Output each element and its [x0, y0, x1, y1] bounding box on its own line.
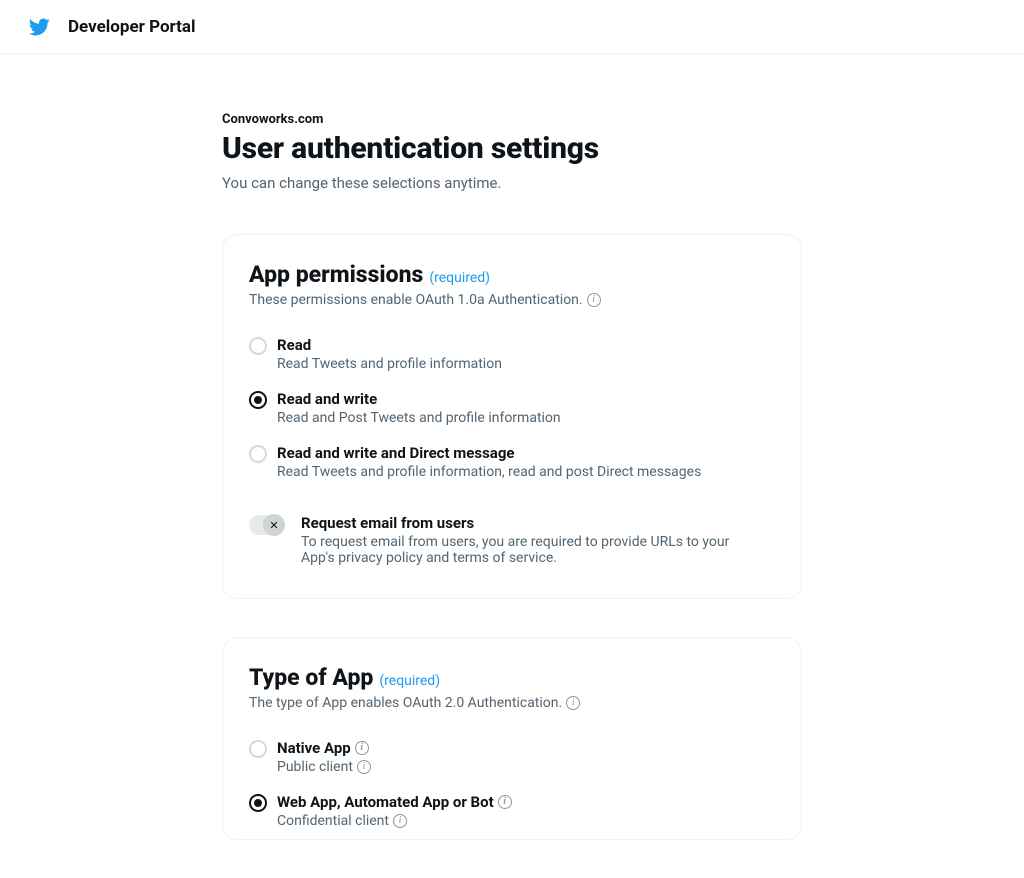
radio-circle-icon — [249, 445, 267, 463]
option-text: Read and write Read and Post Tweets and … — [277, 390, 775, 426]
section-head: Type of App (required) — [249, 664, 775, 691]
toggle-label: Request email from users — [301, 514, 775, 532]
permissions-radio-group: Read Read Tweets and profile information… — [249, 336, 775, 480]
option-description: Public client i — [277, 759, 775, 775]
toggle-switch[interactable]: ✕ — [249, 515, 285, 535]
apptype-radio-group: Native App i Public client i Web App, Au… — [249, 739, 775, 829]
app-permissions-card: App permissions (required) These permiss… — [222, 234, 802, 599]
content: Convoworks.com User authentication setti… — [222, 112, 802, 878]
option-label: Read and write and Direct message — [277, 444, 775, 462]
section-description-text: These permissions enable OAuth 1.0a Auth… — [249, 292, 583, 308]
info-icon[interactable]: i — [498, 795, 512, 809]
info-icon[interactable]: i — [587, 293, 601, 307]
option-text: Read and write and Direct message Read T… — [277, 444, 775, 480]
radio-circle-icon — [249, 337, 267, 355]
option-label-text: Native App — [277, 739, 351, 757]
section-description: The type of App enables OAuth 2.0 Authen… — [249, 695, 775, 711]
info-icon[interactable]: i — [566, 696, 580, 710]
radio-circle-selected-icon — [249, 794, 267, 812]
radio-option-read[interactable]: Read Read Tweets and profile information — [249, 336, 775, 372]
type-of-app-card: Type of App (required) The type of App e… — [222, 637, 802, 840]
toggle-knob: ✕ — [263, 514, 285, 536]
radio-option-read-write[interactable]: Read and write Read and Post Tweets and … — [249, 390, 775, 426]
option-description-text: Confidential client — [277, 813, 389, 829]
page-title: User authentication settings — [222, 131, 802, 166]
option-label: Web App, Automated App or Bot i — [277, 793, 775, 811]
radio-option-read-write-dm[interactable]: Read and write and Direct message Read T… — [249, 444, 775, 480]
required-label: (required) — [429, 270, 490, 286]
option-label-text: Web App, Automated App or Bot — [277, 793, 494, 811]
portal-title[interactable]: Developer Portal — [68, 17, 196, 37]
option-text: Read Read Tweets and profile information — [277, 336, 775, 372]
option-label: Native App i — [277, 739, 775, 757]
section-title: Type of App — [249, 664, 373, 691]
section-description: These permissions enable OAuth 1.0a Auth… — [249, 292, 775, 308]
option-text: Native App i Public client i — [277, 739, 775, 775]
request-email-toggle-row: ✕ Request email from users To request em… — [249, 514, 775, 566]
option-label: Read — [277, 336, 775, 354]
top-bar: Developer Portal — [0, 0, 1024, 54]
option-description: Read Tweets and profile information, rea… — [277, 464, 775, 480]
option-description-text: Public client — [277, 759, 353, 775]
section-title: App permissions — [249, 261, 423, 288]
radio-option-native-app[interactable]: Native App i Public client i — [249, 739, 775, 775]
info-icon[interactable]: i — [355, 741, 369, 755]
required-label: (required) — [379, 673, 440, 689]
option-label: Read and write — [277, 390, 775, 408]
radio-circle-selected-icon — [249, 391, 267, 409]
radio-option-web-app[interactable]: Web App, Automated App or Bot i Confiden… — [249, 793, 775, 829]
page-subtitle: You can change these selections anytime. — [222, 174, 802, 192]
section-head: App permissions (required) — [249, 261, 775, 288]
option-description: Confidential client i — [277, 813, 775, 829]
toggle-text: Request email from users To request emai… — [301, 514, 775, 566]
section-description-text: The type of App enables OAuth 2.0 Authen… — [249, 695, 562, 711]
option-text: Web App, Automated App or Bot i Confiden… — [277, 793, 775, 829]
option-description: Read Tweets and profile information — [277, 356, 775, 372]
info-icon[interactable]: i — [357, 760, 371, 774]
close-icon: ✕ — [269, 519, 278, 532]
radio-circle-icon — [249, 740, 267, 758]
content-container: Convoworks.com User authentication setti… — [0, 54, 1024, 878]
breadcrumb[interactable]: Convoworks.com — [222, 112, 802, 127]
info-icon[interactable]: i — [393, 814, 407, 828]
twitter-icon — [28, 16, 50, 38]
option-description: Read and Post Tweets and profile informa… — [277, 410, 775, 426]
toggle-description: To request email from users, you are req… — [301, 534, 751, 566]
